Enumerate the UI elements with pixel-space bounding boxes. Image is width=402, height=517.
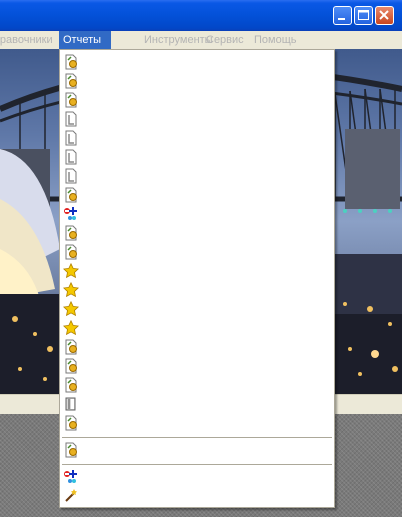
menu-bar: Справочники Отчеты Инструменты Сервис По… <box>0 31 402 49</box>
menu-entry-book[interactable] <box>60 395 334 414</box>
menu-entry-report[interactable] <box>60 357 334 376</box>
menu-entry-favorite[interactable] <box>60 319 334 338</box>
menu-references[interactable]: Справочники <box>0 31 57 49</box>
report-document-icon <box>65 187 77 203</box>
menu-entry-report[interactable] <box>60 376 334 395</box>
menu-entry-report[interactable] <box>60 338 334 357</box>
report-document-icon <box>65 244 77 260</box>
menu-entry-report[interactable] <box>60 53 334 72</box>
menu-entry-favorite[interactable] <box>60 281 334 300</box>
book-icon <box>65 397 76 411</box>
report-document-icon <box>65 442 77 458</box>
minimize-button[interactable] <box>333 6 352 25</box>
menu-entry-document[interactable] <box>60 167 334 186</box>
report-document-icon <box>65 92 77 108</box>
report-document-icon <box>65 54 77 70</box>
menu-entry-report[interactable] <box>60 91 334 110</box>
menu-separator <box>62 464 332 465</box>
menu-separator <box>62 437 332 438</box>
menu-entry-favorite[interactable] <box>60 300 334 319</box>
document-gray-icon <box>65 111 77 127</box>
document-gray-icon <box>65 149 77 165</box>
star-icon <box>63 320 79 336</box>
menu-entry-report[interactable] <box>60 224 334 243</box>
maximize-icon <box>358 10 369 20</box>
reports-dropdown-menu <box>59 49 335 508</box>
menu-entry-document[interactable] <box>60 110 334 129</box>
add-users-icon <box>64 207 77 220</box>
report-document-icon <box>65 377 77 393</box>
bridge-pylon <box>345 129 400 209</box>
menu-entry-report[interactable] <box>60 72 334 91</box>
menu-entry-report[interactable] <box>60 243 334 262</box>
maximize-button[interactable] <box>354 6 373 25</box>
menu-help[interactable]: Помощь <box>250 31 301 49</box>
document-gray-icon <box>65 130 77 146</box>
add-users-icon <box>64 470 77 483</box>
close-icon <box>379 10 389 20</box>
menu-entry-document[interactable] <box>60 129 334 148</box>
magic-wand-icon <box>65 489 77 502</box>
menu-entry-report[interactable] <box>60 186 334 205</box>
star-icon <box>63 301 79 317</box>
report-document-icon <box>65 415 77 431</box>
menu-service[interactable]: Сервис <box>202 31 248 49</box>
star-icon <box>63 282 79 298</box>
menu-entry-document[interactable] <box>60 148 334 167</box>
document-gray-icon <box>65 168 77 184</box>
menu-entry-add-users[interactable] <box>60 205 334 224</box>
report-document-icon <box>65 358 77 374</box>
minimize-icon <box>338 18 345 20</box>
report-document-icon <box>65 339 77 355</box>
menu-entry-add-users[interactable] <box>60 468 334 487</box>
close-button[interactable] <box>375 6 394 25</box>
star-icon <box>63 263 79 279</box>
bridge-lights <box>343 209 392 213</box>
opera-house-illustration <box>0 149 60 299</box>
menu-entry-favorite[interactable] <box>60 262 334 281</box>
report-document-icon <box>65 73 77 89</box>
menu-entry-wizard[interactable] <box>60 486 334 505</box>
menu-entry-report[interactable] <box>60 414 334 433</box>
report-document-icon <box>65 225 77 241</box>
menu-entry-report[interactable] <box>60 441 334 460</box>
menu-reports[interactable]: Отчеты <box>59 31 111 49</box>
title-bar <box>0 0 402 31</box>
